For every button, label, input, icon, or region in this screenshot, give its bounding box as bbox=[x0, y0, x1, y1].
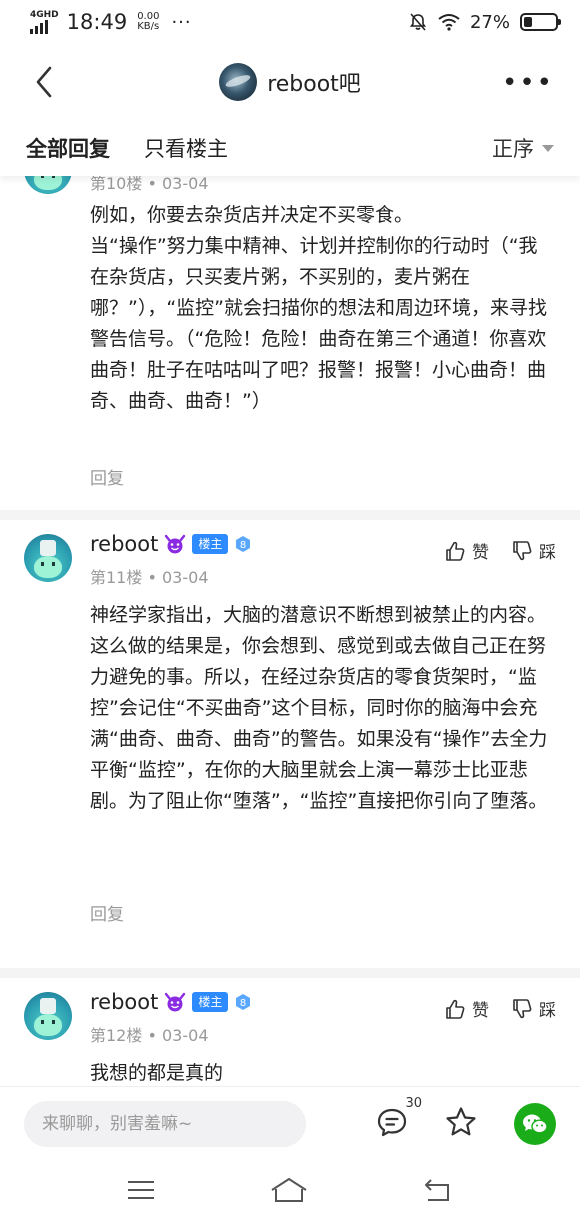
reply-post: 第10楼 • 03-04 例如，你要去杂货店并决定不买零食。 当“操作”努力集中… bbox=[0, 176, 580, 506]
comment-count: 30 bbox=[405, 1095, 422, 1111]
owner-badge: 楼主 bbox=[192, 992, 229, 1012]
star-icon bbox=[446, 1106, 476, 1135]
reply-feed[interactable]: 第10楼 • 03-04 例如，你要去杂货店并决定不买零食。 当“操作”努力集中… bbox=[0, 176, 580, 1086]
post-meta: 第12楼 • 03-04 bbox=[90, 1022, 209, 1046]
like-button[interactable]: 赞 bbox=[444, 996, 489, 1021]
reply-post: reboot 楼主 8 第11楼 • 03-04 赞 踩 神经学家指出，大脑的潜… bbox=[0, 520, 580, 960]
wechat-icon bbox=[523, 1114, 548, 1134]
network-speed: 0.00 KB/s bbox=[137, 12, 159, 32]
forum-logo bbox=[219, 63, 258, 101]
post-body: 神经学家指出，大脑的潜意识不断想到被禁止的内容。这么做的结果是，你会想到、感觉到… bbox=[90, 604, 548, 812]
status-left: 4GHD 18:49 0.00 KB/s ··· bbox=[30, 10, 192, 34]
clock: 18:49 bbox=[66, 10, 128, 34]
post-date: 03-04 bbox=[162, 568, 209, 587]
avatar[interactable] bbox=[24, 534, 72, 582]
battery-icon bbox=[520, 13, 561, 31]
reply-tabs: 全部回复 只看楼主 正序 bbox=[0, 120, 580, 176]
thumbs-up-icon bbox=[446, 541, 465, 561]
like-button[interactable]: 赞 bbox=[444, 538, 489, 563]
avatar[interactable] bbox=[24, 992, 72, 1040]
post-meta: 第10楼 • 03-04 bbox=[90, 176, 209, 194]
meta-separator: • bbox=[147, 568, 157, 587]
sort-label: 正序 bbox=[492, 137, 534, 161]
menu-button[interactable] bbox=[126, 1178, 156, 1206]
battery-percent: 27% bbox=[469, 11, 510, 33]
more-options-button[interactable]: ••• bbox=[502, 68, 554, 98]
meta-separator: • bbox=[147, 1026, 157, 1045]
thumbs-down-icon bbox=[513, 540, 532, 560]
meta-separator: • bbox=[147, 176, 157, 193]
username-row: reboot 楼主 8 bbox=[90, 532, 252, 556]
status-bar: 4GHD 18:49 0.00 KB/s ··· 27% bbox=[0, 0, 580, 44]
tab-only-op[interactable]: 只看楼主 bbox=[144, 133, 228, 163]
forum-name: reboot吧 bbox=[267, 72, 361, 97]
post-actions: 赞 踩 bbox=[444, 538, 556, 563]
battery-level bbox=[524, 17, 533, 27]
thumbs-down-icon bbox=[513, 998, 532, 1018]
dislike-button[interactable]: 踩 bbox=[511, 538, 556, 563]
like-label: 赞 bbox=[472, 1001, 489, 1021]
post-date: 03-04 bbox=[162, 176, 209, 193]
status-right: 27% bbox=[408, 11, 561, 33]
comment-button[interactable]: 30 bbox=[376, 1096, 422, 1142]
bottom-actions: 30 bbox=[376, 1096, 556, 1145]
return-button[interactable] bbox=[422, 1176, 454, 1208]
floor-number: 第12楼 bbox=[90, 1026, 143, 1045]
thumbs-up-icon bbox=[446, 999, 465, 1019]
status-more-icon: ··· bbox=[171, 11, 192, 33]
chevron-left-icon bbox=[36, 66, 52, 98]
divider bbox=[0, 968, 580, 978]
owner-badge: 楼主 bbox=[192, 534, 229, 554]
username-row: reboot 楼主 8 bbox=[90, 990, 252, 1014]
level-number: 8 bbox=[240, 540, 246, 551]
username[interactable]: reboot bbox=[90, 990, 158, 1014]
signal-bars-icon bbox=[30, 19, 48, 34]
back-button[interactable] bbox=[30, 62, 60, 102]
post-actions: 赞 踩 bbox=[444, 996, 556, 1021]
bell-muted-icon bbox=[409, 13, 427, 31]
post-date: 03-04 bbox=[162, 1026, 209, 1045]
home-button[interactable] bbox=[269, 1176, 309, 1208]
home-icon bbox=[271, 1178, 307, 1202]
network-speed-unit: KB/s bbox=[137, 21, 160, 32]
reply-button[interactable]: 回复 bbox=[90, 464, 124, 489]
sort-dropdown[interactable]: 正序 bbox=[492, 133, 554, 163]
floor-number: 第11楼 bbox=[90, 568, 143, 587]
level-number: 8 bbox=[240, 998, 246, 1009]
devil-emoji-icon bbox=[165, 534, 186, 554]
system-nav-bar bbox=[0, 1160, 580, 1224]
top-header: reboot吧 ••• bbox=[0, 44, 580, 120]
username[interactable]: reboot bbox=[90, 532, 158, 556]
level-badge-icon: 8 bbox=[236, 536, 251, 552]
avatar[interactable] bbox=[24, 176, 72, 194]
network-type: 4GHD bbox=[30, 9, 59, 20]
devil-emoji-icon bbox=[165, 992, 186, 1012]
signal-indicator: 4GHD bbox=[30, 9, 59, 34]
like-label: 赞 bbox=[472, 543, 489, 563]
forum-title-group[interactable]: reboot吧 bbox=[219, 63, 361, 101]
post-body: 例如，你要去杂货店并决定不买零食。 当“操作”努力集中精神、计划并控制你的行动时… bbox=[90, 204, 548, 412]
dislike-label: 踩 bbox=[539, 543, 556, 563]
favorite-button[interactable] bbox=[444, 1105, 478, 1143]
return-icon bbox=[424, 1179, 449, 1201]
comment-input[interactable] bbox=[24, 1100, 306, 1147]
bottom-bar: 30 bbox=[0, 1086, 580, 1160]
menu-icon bbox=[128, 1181, 155, 1199]
post-body: 我想的都是真的 bbox=[90, 1062, 224, 1084]
divider bbox=[0, 510, 580, 520]
level-badge-icon: 8 bbox=[236, 994, 251, 1010]
dislike-button[interactable]: 踩 bbox=[511, 996, 556, 1021]
wifi-icon bbox=[438, 14, 460, 31]
comment-icon bbox=[377, 1108, 407, 1136]
floor-number: 第10楼 bbox=[90, 176, 143, 193]
tab-all-replies[interactable]: 全部回复 bbox=[26, 133, 110, 163]
dislike-label: 踩 bbox=[539, 1001, 556, 1021]
wechat-share-button[interactable] bbox=[514, 1102, 556, 1145]
reply-button[interactable]: 回复 bbox=[90, 900, 124, 925]
caret-down-icon bbox=[542, 144, 554, 152]
post-meta: 第11楼 • 03-04 bbox=[90, 564, 209, 588]
reply-post: reboot 楼主 8 第12楼 • 03-04 赞 踩 我想的都是真的 bbox=[0, 978, 580, 1086]
